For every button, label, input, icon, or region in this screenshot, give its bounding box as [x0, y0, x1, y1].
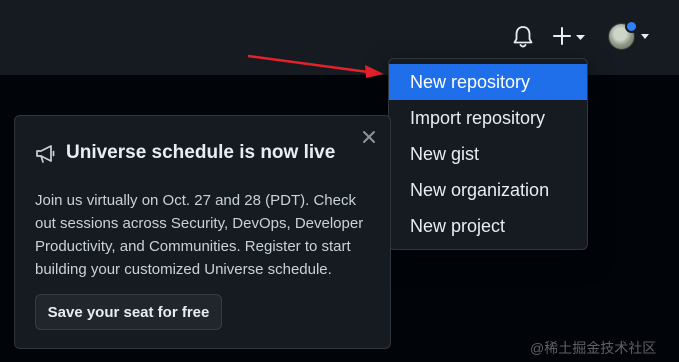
menu-item-import-repository[interactable]: Import repository — [389, 100, 587, 136]
close-icon[interactable] — [359, 127, 379, 147]
chevron-down-icon — [576, 35, 585, 40]
plus-icon — [553, 27, 571, 45]
menu-item-new-project[interactable]: New project — [389, 208, 587, 244]
create-dropdown-menu: New repository Import repository New gis… — [388, 58, 588, 250]
user-menu-button[interactable] — [604, 17, 652, 57]
menu-item-new-gist[interactable]: New gist — [389, 136, 587, 172]
save-seat-button[interactable]: Save your seat for free — [35, 294, 222, 330]
status-indicator — [625, 20, 638, 33]
promo-description: Join us virtually on Oct. 27 and 28 (PDT… — [35, 192, 364, 278]
universe-promo-card: Universe schedule is now live Join us vi… — [14, 115, 391, 349]
megaphone-icon — [35, 144, 57, 164]
promo-title: Universe schedule is now live — [66, 142, 336, 163]
chevron-down-icon — [641, 34, 649, 39]
menu-item-new-repository[interactable]: New repository — [389, 64, 587, 100]
menu-item-new-organization[interactable]: New organization — [389, 172, 587, 208]
watermark: @稀土掘金技术社区 — [530, 340, 657, 356]
create-new-button[interactable] — [552, 24, 590, 50]
bell-icon[interactable] — [512, 25, 534, 49]
